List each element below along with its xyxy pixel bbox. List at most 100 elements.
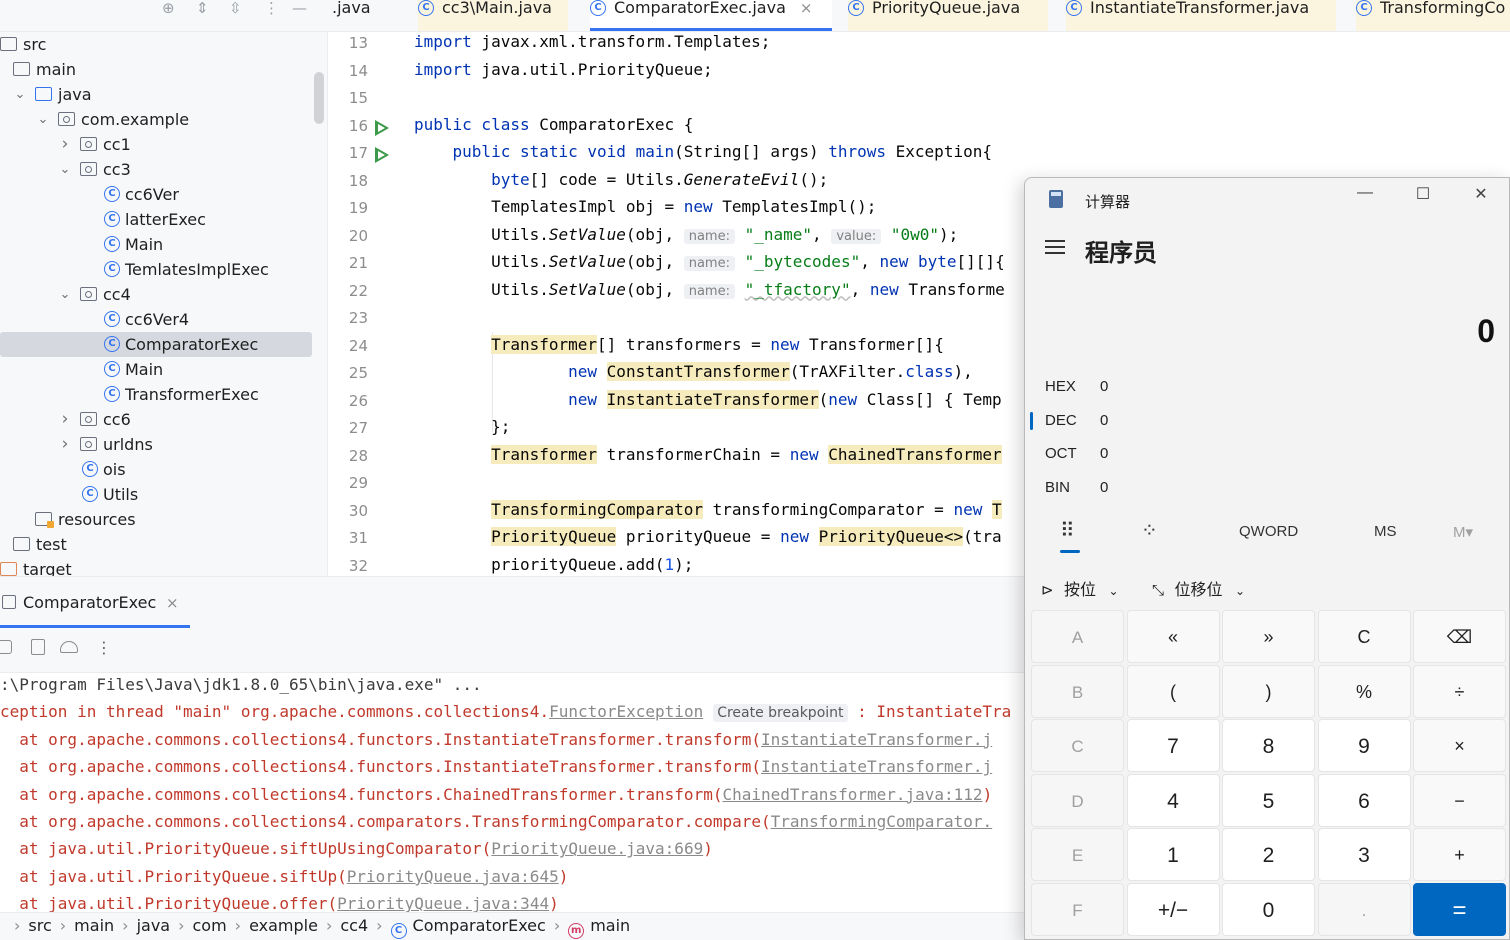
multiply-key[interactable]: × <box>1413 719 1506 772</box>
tree-item[interactable]: C Utils <box>0 482 312 507</box>
tree-item[interactable]: C Main <box>0 357 312 382</box>
breadcrumb-item[interactable]: ComparatorExec <box>413 916 546 935</box>
divide-key[interactable]: ÷ <box>1413 664 1506 718</box>
bit-toggle-keypad-icon[interactable]: ⁘ <box>1141 518 1158 543</box>
chevron-right-icon[interactable]: › <box>58 432 72 457</box>
modulo-key[interactable]: % <box>1317 664 1411 718</box>
close-button[interactable]: ✕ <box>1461 184 1501 204</box>
tab-comparatorexec-java[interactable]: C ComparatorExec.java × <box>590 0 832 31</box>
tree-item[interactable]: ⌄ java <box>0 82 312 107</box>
tree-item[interactable]: C Main <box>0 232 312 257</box>
tree-item[interactable]: C TemlatesImplExec <box>0 257 312 282</box>
tree-item[interactable]: resources <box>0 507 312 532</box>
clear-key[interactable]: C <box>1317 610 1411 663</box>
digit-3-key[interactable]: 3 <box>1317 828 1411 881</box>
bitshift-dropdown[interactable]: ⤡ 位移位 ⌄ <box>1152 576 1245 600</box>
code-editor[interactable]: 13 14 15 16 17 18 19 20 21 22 23 24 25 26 27 28 29 30 31 32… <box>328 32 1028 576</box>
tree-item[interactable]: ClatterExec <box>0 207 312 232</box>
tree-item[interactable]: src <box>0 32 312 57</box>
run-icon[interactable] <box>374 119 389 136</box>
chevron-right-icon[interactable]: › <box>58 132 72 157</box>
tree-item[interactable]: test <box>0 532 312 557</box>
word-size-button[interactable]: QWORD <box>1239 523 1298 540</box>
tree-item[interactable]: › urldns <box>0 432 312 457</box>
digit-1-key[interactable]: 1 <box>1126 828 1220 881</box>
console-output[interactable]: :\Program Files\Java\jdk1.8.0_65\bin\jav… <box>0 673 1028 912</box>
backspace-key[interactable]: ⌫ <box>1413 610 1506 663</box>
bitwise-dropdown[interactable]: ⊳ 按位 ⌄ <box>1041 576 1119 600</box>
tab-priorityqueue-java[interactable]: C PriorityQueue.java <box>848 0 1048 31</box>
digit-4-key[interactable]: 4 <box>1126 773 1220 827</box>
close-paren-key[interactable]: ) <box>1222 664 1315 718</box>
rotate-right-key[interactable]: » <box>1222 610 1315 663</box>
collapse-all-icon[interactable]: ⇳ <box>229 0 242 16</box>
digit-6-key[interactable]: 6 <box>1317 773 1411 827</box>
tree-scrollbar[interactable] <box>314 72 324 124</box>
close-icon[interactable]: × <box>800 0 813 17</box>
digit-8-key[interactable]: 8 <box>1222 719 1315 772</box>
stacktrace-link[interactable]: PriorityQueue.java:645 <box>347 867 559 886</box>
tree-item[interactable]: C ComparatorExec <box>0 332 312 357</box>
tree-item[interactable]: ⌄ com.example <box>0 107 312 132</box>
tree-item[interactable]: › cc1 <box>0 132 312 157</box>
stacktrace-link[interactable]: ChainedTransformer.java:112 <box>722 785 982 804</box>
breadcrumb-item[interactable]: java <box>137 916 171 935</box>
breadcrumb-item[interactable]: main <box>74 916 114 935</box>
full-keypad-icon[interactable]: ⠿ <box>1060 518 1075 543</box>
tree-item[interactable]: Cois <box>0 457 312 482</box>
memory-menu-button[interactable]: M▾ <box>1453 523 1473 541</box>
breadcrumb-item[interactable]: com <box>193 916 227 935</box>
close-icon[interactable]: × <box>166 594 179 612</box>
stacktrace-link[interactable]: InstantiateTransformer.j <box>761 757 992 776</box>
tab-transformingco[interactable]: C TransformingCo <box>1356 0 1510 31</box>
locate-icon[interactable]: ⊕ <box>162 0 175 16</box>
maximize-button[interactable]: ☐ <box>1403 184 1443 204</box>
tree-item[interactable]: Ccc6Ver4 <box>0 307 312 332</box>
chevron-down-icon[interactable]: ⌄ <box>58 157 72 182</box>
rotate-left-key[interactable]: « <box>1126 610 1220 663</box>
hamburger-menu-icon[interactable] <box>1045 240 1065 258</box>
radix-dec[interactable]: DEC 0 <box>1045 412 1108 429</box>
chevron-down-icon[interactable]: ⌄ <box>36 107 50 132</box>
open-paren-key[interactable]: ( <box>1126 664 1220 718</box>
stacktrace-link[interactable]: PriorityQueue.java:344 <box>337 894 549 912</box>
tree-item[interactable]: main <box>0 57 312 82</box>
digit-2-key[interactable]: 2 <box>1222 828 1315 881</box>
chevron-down-icon[interactable]: ⌄ <box>13 82 27 107</box>
digit-0-key[interactable]: 0 <box>1222 882 1315 936</box>
create-breakpoint-button[interactable]: Create breakpoint <box>713 704 848 723</box>
stacktrace-link[interactable]: InstantiateTransformer.j <box>761 730 992 749</box>
import-icon[interactable] <box>31 639 45 655</box>
digit-5-key[interactable]: 5 <box>1222 773 1315 827</box>
stacktrace-link[interactable]: FunctorException <box>549 702 703 721</box>
stacktrace-link[interactable]: PriorityQueue.java:669 <box>491 839 703 858</box>
tab-cc3-main-java[interactable]: Ccc3\Main.java <box>418 0 568 31</box>
run-icon[interactable] <box>374 147 389 163</box>
digit-7-key[interactable]: 7 <box>1126 719 1220 772</box>
breadcrumb-item[interactable]: src <box>28 916 51 935</box>
chevron-down-icon[interactable]: ⌄ <box>58 282 72 307</box>
subtract-key[interactable]: − <box>1413 773 1506 827</box>
stacktrace-link[interactable]: TransformingComparator. <box>771 812 993 831</box>
add-key[interactable]: + <box>1413 828 1506 881</box>
more-icon[interactable]: ⋮ <box>96 638 112 657</box>
options-icon[interactable]: ⋮ <box>264 0 279 16</box>
tree-item[interactable]: ⌄ cc4 <box>0 282 312 307</box>
hide-icon[interactable]: — <box>292 0 307 16</box>
minimize-button[interactable]: — <box>1345 184 1385 202</box>
tree-item[interactable]: C TransformerExec <box>0 382 312 407</box>
profiler-icon[interactable] <box>60 641 78 653</box>
negate-key[interactable]: +/− <box>1126 882 1220 936</box>
tree-item[interactable]: Ccc6Ver <box>0 182 312 207</box>
breadcrumb-item[interactable]: cc4 <box>340 916 368 935</box>
breadcrumb-item[interactable]: main <box>590 916 630 935</box>
tree-item[interactable]: › cc6 <box>0 407 312 432</box>
tab-instantiatetransformer-java[interactable]: C InstantiateTransformer.java <box>1066 0 1336 31</box>
expand-all-icon[interactable]: ⇕ <box>196 0 209 16</box>
tree-item[interactable]: ⌄ cc3 <box>0 157 312 182</box>
tree-item[interactable]: target <box>0 557 312 576</box>
chevron-right-icon[interactable]: › <box>58 407 72 432</box>
breadcrumb-item[interactable]: example <box>249 916 318 935</box>
equals-key[interactable]: = <box>1413 882 1506 936</box>
camera-icon[interactable] <box>0 640 12 654</box>
